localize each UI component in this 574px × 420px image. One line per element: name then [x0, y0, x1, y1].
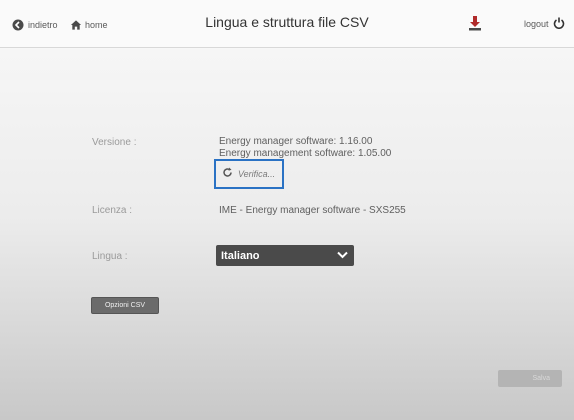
settings-panel: Versione : Energy manager software: 1.16…	[0, 49, 574, 420]
language-selected: Italiano	[221, 249, 260, 262]
license-label: Licenza :	[92, 205, 133, 216]
version-line-2: Energy management software: 1.05.00	[219, 148, 392, 159]
csv-options-button[interactable]: Opzioni CSV	[91, 297, 159, 314]
version-line-1: Energy manager software: 1.16.00	[219, 136, 373, 147]
refresh-icon	[222, 165, 233, 183]
license-value: IME - Energy manager software - SXS255	[219, 205, 406, 216]
page-title: Lingua e struttura file CSV	[205, 14, 369, 30]
power-icon	[553, 17, 565, 31]
logout-label: logout	[524, 19, 549, 29]
language-label: Lingua :	[92, 251, 128, 262]
verify-label: Verifica...	[238, 169, 276, 179]
download-icon[interactable]	[468, 15, 482, 31]
chevron-down-icon	[337, 250, 348, 262]
version-label: Versione :	[92, 137, 137, 148]
logout-button[interactable]: logout	[524, 16, 565, 32]
verify-button[interactable]: Verifica...	[214, 159, 284, 189]
language-select[interactable]: Italiano	[216, 245, 354, 266]
top-bar: indietro home Lingua e struttura file CS…	[0, 0, 574, 48]
save-button[interactable]: Salva	[498, 370, 562, 387]
